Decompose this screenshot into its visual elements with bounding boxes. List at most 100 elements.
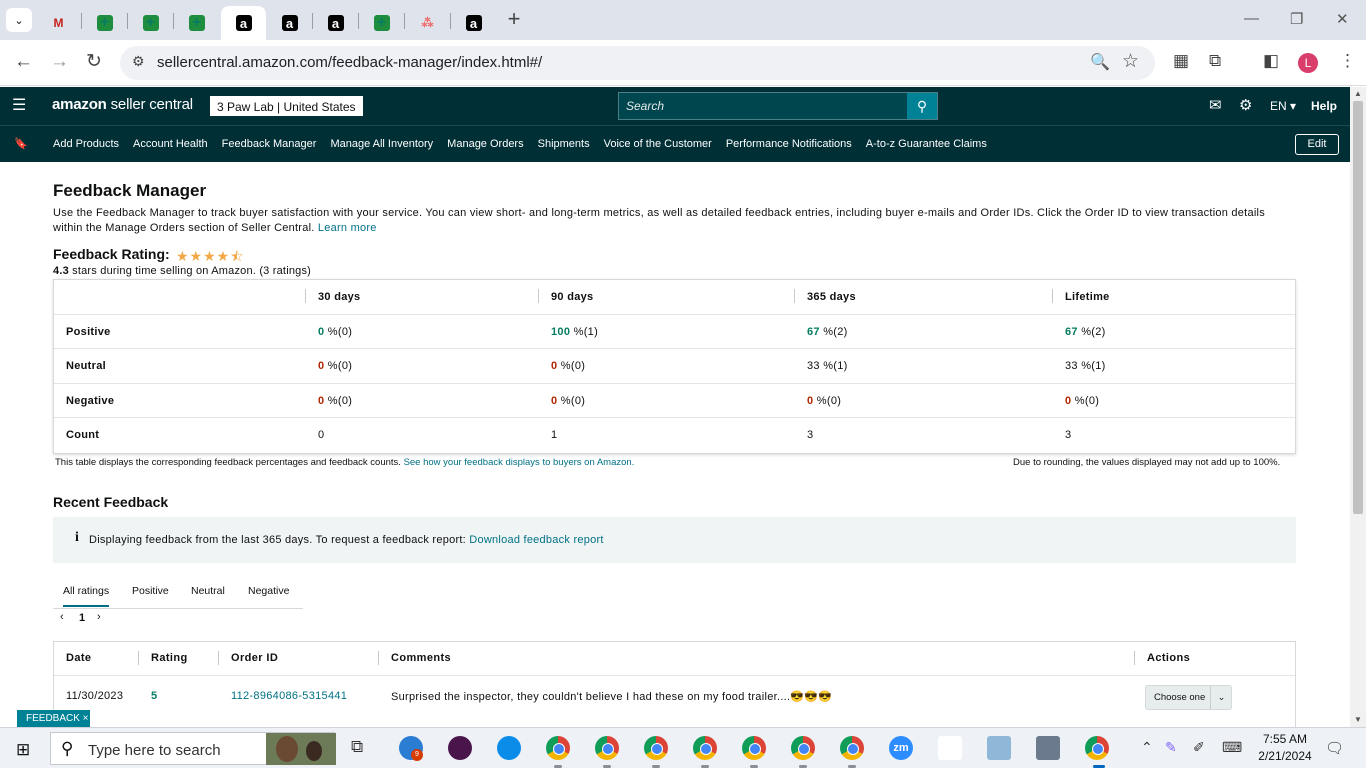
chevron-left-icon[interactable]: ‹ (60, 611, 64, 623)
windows-start-icon[interactable]: ⊞ (16, 740, 30, 760)
browser-tab[interactable]: + (128, 6, 173, 40)
scroll-up-icon[interactable]: ▲ (1354, 89, 1362, 98)
tab-positive[interactable]: Positive (132, 585, 169, 597)
metrics-col-header: 30 days (318, 291, 361, 303)
feedback-metrics-table: 30 days 90 days 365 days Lifetime Positive 0 … (53, 279, 1296, 454)
chrome-profile-icon[interactable] (1085, 736, 1109, 760)
browser-tab[interactable]: a (221, 6, 266, 40)
tab-negative[interactable]: Negative (248, 585, 289, 597)
task-view-icon[interactable]: ⧉ (351, 737, 363, 757)
nav-item-add-products[interactable]: Add Products (53, 138, 119, 150)
chrome-profile-icon[interactable] (595, 736, 619, 760)
zoom-icon[interactable]: 🔍 (1090, 52, 1110, 72)
bookmark-icon[interactable]: 🔖 (14, 137, 28, 150)
page-title: Feedback Manager (53, 181, 207, 200)
tab-neutral[interactable]: Neutral (191, 585, 225, 597)
search-input[interactable] (619, 93, 907, 119)
col-actions[interactable]: Actions (1147, 652, 1190, 664)
browser-tab[interactable]: + (359, 6, 404, 40)
url-text[interactable]: sellercentral.amazon.com/feedback-manage… (157, 54, 542, 71)
profile-avatar[interactable]: L (1298, 53, 1318, 73)
rating-value: 4.3 (53, 265, 69, 277)
chart-app-icon[interactable] (938, 736, 962, 760)
chrome-profile-icon[interactable] (742, 736, 766, 760)
more-menu-icon[interactable]: ⋮ (1339, 51, 1356, 71)
edit-nav-button[interactable]: Edit (1295, 134, 1339, 155)
pen-icon[interactable]: ✎ (1165, 739, 1177, 756)
new-tab-button[interactable]: + (503, 8, 525, 32)
back-button[interactable]: ← (14, 52, 33, 72)
forward-button[interactable]: → (50, 52, 69, 72)
store-selector[interactable]: 3 Paw Lab | United States (210, 96, 363, 116)
download-report-link[interactable]: Download feedback report (469, 534, 603, 546)
sheets-icon: + (188, 14, 205, 31)
help-link[interactable]: Help (1311, 99, 1337, 113)
pen-settings-icon[interactable]: ✐ (1193, 739, 1205, 756)
bookmark-star-icon[interactable]: ☆ (1122, 50, 1139, 73)
scroll-down-icon[interactable]: ▼ (1354, 715, 1362, 724)
browser-tab[interactable]: a (267, 6, 312, 40)
metrics-row-label: Positive (66, 325, 111, 338)
calculator-icon[interactable] (1036, 736, 1060, 760)
notifications-icon[interactable]: 🗨 (1325, 739, 1344, 757)
slack-icon[interactable] (448, 736, 472, 760)
browser-tab[interactable]: + (174, 6, 219, 40)
qr-code-icon[interactable]: ▦ (1173, 51, 1189, 71)
nav-item-a-to-z-guarantee-claims[interactable]: A-to-z Guarantee Claims (866, 138, 987, 150)
nav-item-manage-all-inventory[interactable]: Manage All Inventory (330, 138, 433, 150)
extensions-icon[interactable]: ⧉ (1209, 51, 1221, 71)
learn-more-link[interactable]: Learn more (318, 222, 377, 234)
chrome-profile-icon[interactable] (791, 736, 815, 760)
browser-tab[interactable]: ⁂ (405, 6, 450, 40)
chrome-profile-icon[interactable] (644, 736, 668, 760)
settings-gear-icon[interactable]: ⚙ (1239, 96, 1252, 114)
nav-item-feedback-manager[interactable]: Feedback Manager (222, 138, 317, 150)
restore-icon[interactable]: ❐ (1290, 10, 1303, 28)
tab-all-ratings[interactable]: All ratings (63, 585, 110, 607)
order-id-link[interactable]: 112-8964086-5315441 (231, 690, 347, 702)
chevron-up-icon[interactable]: ⌃ (1141, 739, 1153, 756)
nav-item-shipments[interactable]: Shipments (538, 138, 590, 150)
action-dropdown[interactable]: Choose one ⌄ (1145, 685, 1232, 710)
site-info-icon[interactable]: ⚙ (132, 53, 145, 70)
omnibox[interactable]: ⚙ sellercentral.amazon.com/feedback-mana… (120, 46, 1155, 80)
col-order-id[interactable]: Order ID (231, 652, 278, 664)
chevron-right-icon[interactable]: › (97, 611, 101, 623)
current-page[interactable]: 1 (79, 612, 85, 624)
chrome-icon[interactable] (546, 736, 570, 760)
col-comments[interactable]: Comments (391, 652, 451, 664)
browser-tab[interactable]: + (82, 6, 127, 40)
browser-tab[interactable]: M (36, 6, 81, 40)
search-button[interactable]: ⚲ (907, 93, 937, 119)
mail-icon[interactable]: ✉ (1209, 96, 1222, 114)
reload-button[interactable]: ↻ (86, 52, 102, 72)
chrome-profile-icon[interactable] (693, 736, 717, 760)
browser-tab[interactable]: a (451, 6, 496, 40)
nav-item-manage-orders[interactable]: Manage Orders (447, 138, 523, 150)
nav-item-performance-notifications[interactable]: Performance Notifications (726, 138, 852, 150)
page-scrollbar[interactable]: ▲ ▼ (1350, 87, 1366, 727)
nav-item-voice-of-the-customer[interactable]: Voice of the Customer (604, 138, 712, 150)
scrollbar-thumb[interactable] (1353, 101, 1363, 514)
seller-central-logo[interactable]: amazon seller central (52, 96, 193, 113)
feedback-tag-button[interactable]: FEEDBACK × (17, 710, 90, 728)
nav-item-account-health[interactable]: Account Health (133, 138, 208, 150)
notes-app-icon[interactable] (987, 736, 1011, 760)
minimize-icon[interactable]: — (1244, 10, 1259, 27)
language-selector[interactable]: EN ▾ (1270, 99, 1296, 113)
side-panel-icon[interactable]: ◧ (1263, 51, 1279, 71)
zoom-app-icon[interactable]: zm (889, 736, 913, 760)
close-window-icon[interactable]: ✕ (1336, 10, 1349, 28)
col-rating[interactable]: Rating (151, 652, 188, 664)
system-clock[interactable]: 7:55 AM 2/21/2024 (1254, 731, 1316, 765)
tab-search-button[interactable]: ⌄ (6, 8, 32, 32)
chrome-profile-icon[interactable] (840, 736, 864, 760)
hamburger-menu-icon[interactable]: ☰ (12, 95, 26, 115)
feedback-display-link[interactable]: See how your feedback displays to buyers… (404, 457, 635, 468)
gmail-icon: M (53, 16, 64, 30)
taskbar-search[interactable]: ⚲ Type here to search (50, 732, 336, 765)
col-date[interactable]: Date (66, 652, 91, 664)
keyboard-icon[interactable]: ⌨ (1222, 739, 1242, 756)
edge-icon[interactable] (497, 736, 521, 760)
browser-tab[interactable]: a (313, 6, 358, 40)
